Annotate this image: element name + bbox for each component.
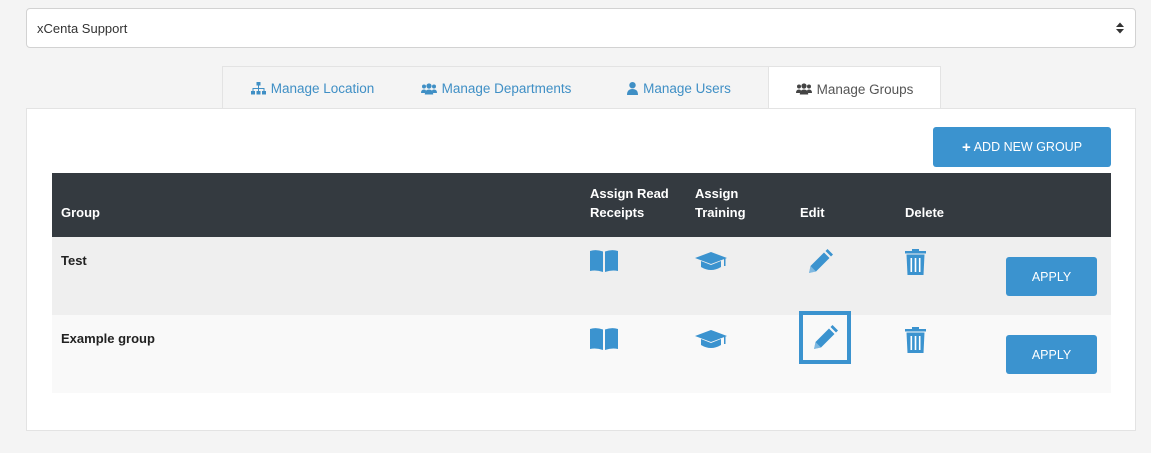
column-header-delete: Delete: [905, 205, 945, 220]
tab-manage-users[interactable]: Manage Users: [590, 67, 768, 110]
trash-icon[interactable]: [905, 249, 926, 280]
tab-manage-location[interactable]: Manage Location: [223, 67, 402, 110]
apply-button[interactable]: APPLY: [1006, 335, 1097, 374]
organization-select-value: xCenta Support: [37, 20, 128, 36]
pencil-icon: [814, 324, 838, 349]
group-name: Example group: [61, 331, 155, 346]
graduation-cap-icon[interactable]: [695, 249, 727, 278]
tab-manage-departments[interactable]: Manage Departments: [402, 67, 590, 110]
apply-button[interactable]: APPLY: [1006, 257, 1097, 296]
sitemap-icon: [250, 82, 266, 95]
manage-groups-panel: + ADD NEW GROUP Group Assign Read Receipt…: [26, 108, 1136, 431]
management-tabs: Manage Location Manage Departments Manag…: [222, 66, 941, 111]
pencil-icon[interactable]: [807, 249, 833, 280]
book-open-icon[interactable]: [590, 249, 618, 278]
tab-label: Manage Location: [270, 81, 375, 96]
column-header-group: Group: [61, 205, 100, 220]
users-icon: [795, 83, 812, 95]
organization-select[interactable]: xCenta Support: [26, 8, 1136, 48]
groups-table: Group Assign Read Receipts Assign Training…: [52, 173, 1111, 393]
table-row: Example group APPLY: [52, 311, 1111, 393]
sort-caret-icon: [1116, 22, 1124, 34]
table-row: Test APPLY: [52, 237, 1111, 315]
column-header-assign-read-receipts: Assign Read Receipts: [590, 186, 669, 220]
book-open-icon[interactable]: [590, 327, 618, 356]
tab-label: Manage Groups: [816, 81, 914, 97]
add-new-group-label: ADD NEW GROUP: [973, 140, 1083, 154]
column-header-edit: Edit: [800, 205, 825, 220]
plus-icon: +: [961, 138, 971, 156]
column-header-assign-training: Assign Training: [695, 186, 746, 220]
column-header-apply: [1001, 173, 1111, 237]
trash-icon[interactable]: [905, 327, 926, 358]
user-icon: [627, 82, 639, 95]
graduation-cap-icon[interactable]: [695, 327, 727, 356]
tab-manage-groups[interactable]: Manage Groups: [768, 67, 940, 111]
table-header-row: Group Assign Read Receipts Assign Training…: [52, 173, 1111, 237]
group-name: Test: [61, 253, 87, 268]
tab-label: Manage Users: [643, 81, 731, 96]
add-new-group-button[interactable]: + ADD NEW GROUP: [933, 127, 1111, 167]
users-icon: [420, 82, 437, 94]
tab-label: Manage Departments: [441, 81, 572, 96]
edit-button-focused[interactable]: [799, 311, 851, 364]
